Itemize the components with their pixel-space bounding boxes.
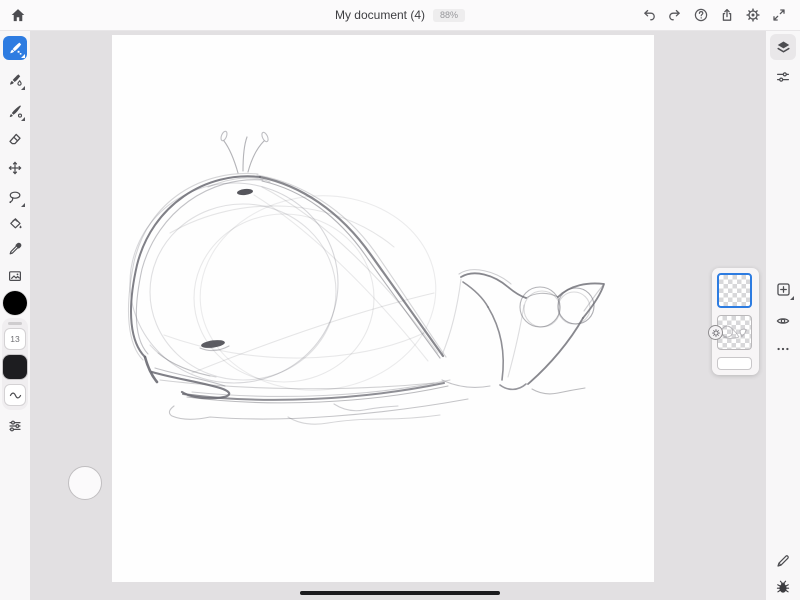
properties-icon xyxy=(775,69,791,85)
eyedropper-icon xyxy=(7,241,23,257)
subtool-indicator xyxy=(21,117,25,121)
color-well[interactable] xyxy=(3,291,27,315)
top-toolbar: My document (4) 88% xyxy=(0,0,800,31)
layer-options-badge-icon[interactable] xyxy=(708,325,723,340)
ellipsis-icon xyxy=(775,341,791,357)
home-indicator[interactable] xyxy=(300,591,500,595)
smoothing-button[interactable] xyxy=(4,384,26,406)
report-bug-button[interactable] xyxy=(770,574,796,600)
brush-settings-icon xyxy=(7,418,23,434)
brush-size-button[interactable]: 13 xyxy=(4,328,26,350)
help-icon xyxy=(693,7,709,23)
add-layer-icon xyxy=(775,281,792,298)
vector-brush-tool[interactable] xyxy=(3,99,27,123)
layers-tab-button[interactable] xyxy=(770,34,796,60)
eraser-icon xyxy=(7,131,23,147)
home-button[interactable] xyxy=(9,6,27,24)
eyedropper-tool[interactable] xyxy=(3,237,27,261)
layer-thumbnail-1[interactable] xyxy=(717,273,752,308)
help-button[interactable] xyxy=(692,6,709,23)
fill-icon xyxy=(7,216,23,232)
subtool-indicator xyxy=(21,54,25,58)
settings-button[interactable] xyxy=(744,6,761,23)
touch-shortcut-button[interactable] xyxy=(68,466,102,500)
panel-drag-handle[interactable] xyxy=(8,322,22,325)
move-icon xyxy=(7,160,23,176)
pixel-brush-tool[interactable] xyxy=(3,36,27,60)
layer-more-options-button[interactable] xyxy=(770,336,796,362)
whale-sketch xyxy=(112,35,654,582)
move-tool[interactable] xyxy=(3,156,27,180)
app-window: My document (4) 88% xyxy=(0,0,800,600)
layers-panel xyxy=(712,268,759,375)
settings-icon xyxy=(745,7,761,23)
live-brush-tool[interactable] xyxy=(3,68,27,92)
subtool-indicator xyxy=(21,86,25,90)
eraser-tool[interactable] xyxy=(3,127,27,151)
document-title: My document (4) xyxy=(335,8,425,22)
brush-size-value: 13 xyxy=(10,334,19,344)
undo-icon xyxy=(641,7,657,23)
add-layer-button[interactable] xyxy=(770,276,796,302)
properties-tab-button[interactable] xyxy=(770,64,796,90)
place-image-tool[interactable] xyxy=(3,264,27,288)
zoom-level-badge: 88% xyxy=(433,9,465,22)
redo-icon xyxy=(667,7,683,23)
layer-visibility-icon xyxy=(775,313,791,329)
pencil-settings-icon xyxy=(775,553,791,569)
layer-thumbnail-2[interactable] xyxy=(717,315,752,350)
background-layer-thumbnail[interactable] xyxy=(717,357,752,370)
secondary-swatch-button[interactable] xyxy=(3,355,27,379)
fullscreen-button[interactable] xyxy=(770,6,787,23)
lasso-select-tool[interactable] xyxy=(3,185,27,209)
pencil-settings-button[interactable] xyxy=(770,548,796,574)
share-button[interactable] xyxy=(718,6,735,23)
layer-visibility-button[interactable] xyxy=(770,308,796,334)
right-taskbar xyxy=(766,30,800,600)
brush-settings-button[interactable] xyxy=(3,414,27,438)
place-image-icon xyxy=(7,268,23,284)
subtool-indicator xyxy=(21,203,25,207)
wave-icon xyxy=(8,388,23,403)
subtool-indicator xyxy=(790,296,794,300)
fullscreen-icon xyxy=(771,7,787,23)
home-icon xyxy=(9,6,27,24)
undo-button[interactable] xyxy=(640,6,657,23)
tool-options-panel: 13 xyxy=(2,318,28,410)
fill-tool[interactable] xyxy=(3,212,27,236)
redo-button[interactable] xyxy=(666,6,683,23)
left-toolbar: 13 xyxy=(0,30,30,600)
topbar-actions xyxy=(640,6,787,23)
share-icon xyxy=(719,7,735,23)
layers-icon xyxy=(775,39,792,56)
drawing-canvas[interactable] xyxy=(112,35,654,582)
report-bug-icon xyxy=(775,579,791,595)
